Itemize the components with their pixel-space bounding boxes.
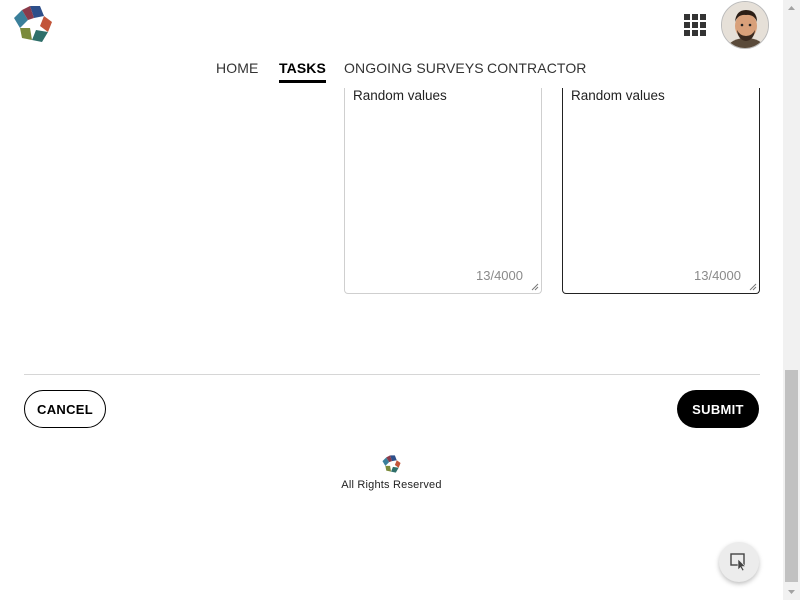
- nav-tasks[interactable]: TASKS: [279, 60, 326, 83]
- page-scrollbar[interactable]: [783, 0, 800, 600]
- textarea-right-counter: 13/4000: [694, 268, 741, 283]
- cursor-select-icon: [730, 553, 747, 571]
- nav-home[interactable]: HOME: [216, 60, 258, 76]
- grid-icon[interactable]: [683, 13, 707, 37]
- avatar[interactable]: [721, 1, 769, 49]
- main-nav: HOME TASKS ONGOING SURVEYS CONTRACTOR: [0, 58, 783, 88]
- active-tab-indicator: [279, 80, 326, 83]
- textarea-right[interactable]: Random values 13/4000: [562, 88, 760, 294]
- feedback-fab[interactable]: [719, 542, 759, 582]
- textarea-left-counter: 13/4000: [476, 268, 523, 283]
- textarea-right-value: Random values: [571, 88, 665, 103]
- submit-button[interactable]: SUBMIT: [677, 390, 759, 428]
- footer-copyright: All Rights Reserved: [341, 479, 442, 491]
- nav-tasks-label: TASKS: [279, 60, 326, 76]
- resize-handle-icon[interactable]: [531, 283, 539, 291]
- resize-handle-icon[interactable]: [749, 283, 757, 291]
- nav-contractor[interactable]: CONTRACTOR: [487, 60, 587, 76]
- footer-logo-icon: [382, 455, 401, 473]
- cancel-button[interactable]: CANCEL: [24, 390, 106, 428]
- avatar-face-icon: [722, 2, 768, 48]
- nav-ongoing-surveys[interactable]: ONGOING SURVEYS: [344, 60, 484, 76]
- divider: [24, 374, 760, 375]
- textarea-left-value: Random values: [353, 88, 447, 103]
- textarea-left[interactable]: Random values 13/4000: [344, 88, 542, 294]
- scroll-down-icon[interactable]: [783, 583, 800, 600]
- scroll-up-icon[interactable]: [783, 0, 800, 17]
- logo-icon[interactable]: [13, 4, 55, 44]
- scrollbar-thumb[interactable]: [785, 370, 798, 582]
